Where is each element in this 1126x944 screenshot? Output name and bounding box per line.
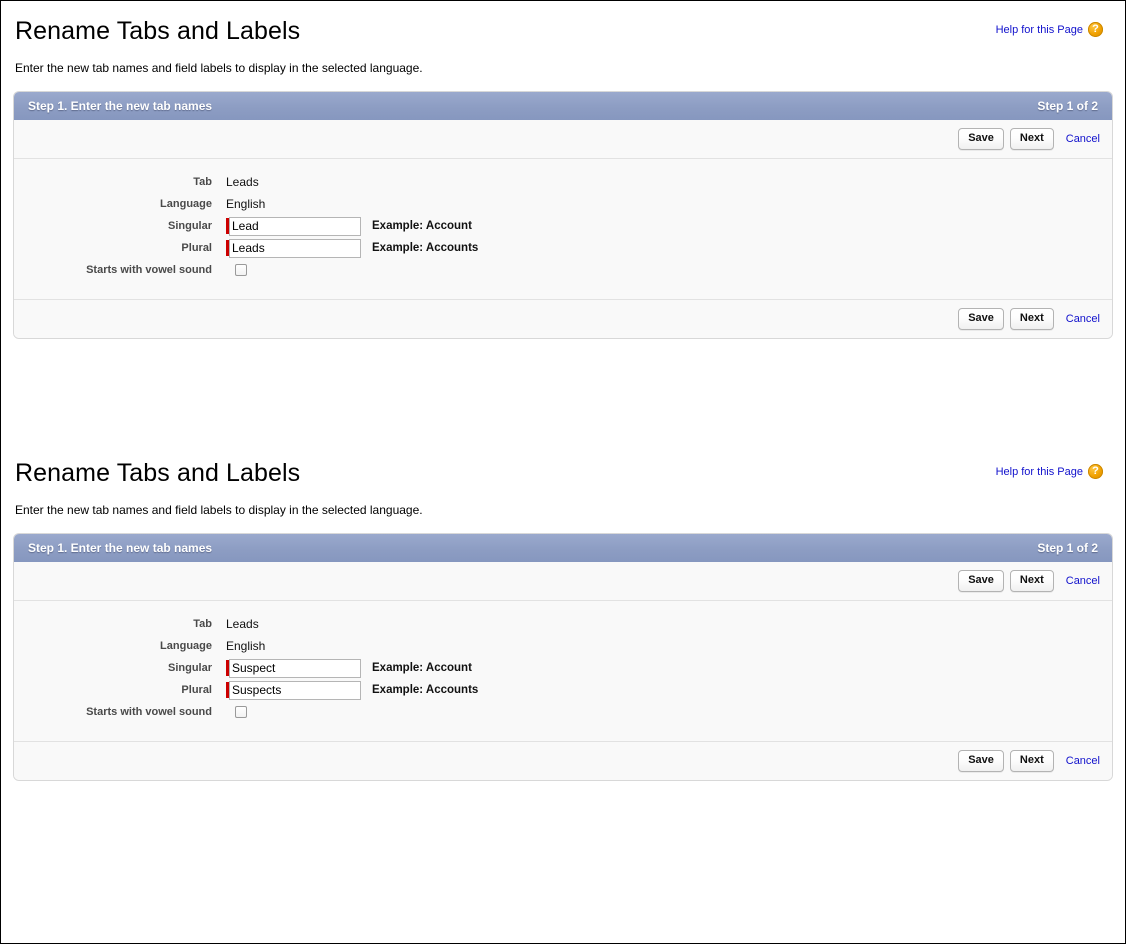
label-singular-1: Singular [167,220,212,232]
singular-input-2[interactable] [229,658,361,678]
value-singular-2: Example: Account [226,658,472,678]
bottom-button-bar-1: Save Next Cancel [14,299,1112,338]
value-vowel-2 [226,706,247,718]
help-for-this-page-1[interactable]: Help for this Page ? [996,22,1103,37]
step-title: Step 1. Enter the new tab names [28,99,213,113]
panel-header-1: Step 1. Enter the new tab names Step 1 o… [14,92,1112,120]
question-mark-icon[interactable]: ? [1088,22,1103,37]
cancel-link-bottom-2[interactable]: Cancel [1066,755,1100,767]
panel-header-2: Step 1. Enter the new tab names Step 1 o… [14,534,1112,562]
save-button-top-1[interactable]: Save [958,128,1004,150]
help-for-this-page-2[interactable]: Help for this Page ? [996,464,1103,479]
save-button-bottom-2[interactable]: Save [958,750,1004,772]
page-description-2: Enter the new tab names and field labels… [15,503,423,517]
value-language-2: English [226,639,266,653]
save-button-top-2[interactable]: Save [958,570,1004,592]
step-title-2: Step 1. Enter the new tab names [28,541,213,555]
bottom-button-bar-2: Save Next Cancel [14,741,1112,780]
row-vowel-1: Starts with vowel sound [14,260,1112,280]
page-screen: Rename Tabs and Labels Help for this Pag… [0,0,1126,944]
page-header-1: Rename Tabs and Labels Help for this Pag… [13,1,1113,75]
next-button-top-2[interactable]: Next [1009,570,1054,592]
value-tab-1: Leads [226,175,259,189]
page-title: Rename Tabs and Labels [15,17,301,45]
cancel-link-bottom-1[interactable]: Cancel [1066,313,1100,325]
label-plural-1: Plural [181,242,212,254]
row-singular-2: Singular Example: Account [14,658,1112,678]
row-plural-1: Plural Example: Accounts [14,238,1112,258]
example-plural-2: Example: Accounts [372,684,479,696]
row-singular-1: Singular Example: Account [14,216,1112,236]
cancel-link-top-2[interactable]: Cancel [1066,575,1100,587]
value-plural-1: Example: Accounts [226,238,479,258]
row-language-1: Language English [14,194,1112,214]
cancel-link-top-1[interactable]: Cancel [1066,133,1100,145]
next-button-top-1[interactable]: Next [1009,128,1054,150]
next-button-bottom-1[interactable]: Next [1009,308,1054,330]
value-vowel-1 [226,264,247,276]
value-plural-2: Example: Accounts [226,680,479,700]
row-tab-1: Tab Leads [14,172,1112,192]
top-button-bar-2: Save Next Cancel [14,562,1112,601]
label-vowel-2: Starts with vowel sound [86,706,212,718]
plural-input-1[interactable] [229,238,361,258]
value-tab-2: Leads [226,617,259,631]
rename-section-1: Rename Tabs and Labels Help for this Pag… [1,1,1125,339]
form-body-2: Tab Leads Language English Singular Exam… [14,601,1112,741]
page-title-2: Rename Tabs and Labels [15,459,301,487]
help-link-label-2[interactable]: Help for this Page [996,466,1083,478]
singular-input-1[interactable] [229,216,361,236]
row-language-2: Language English [14,636,1112,656]
vowel-sound-checkbox-2[interactable] [235,706,247,718]
example-singular-1: Example: Account [372,220,472,232]
step-counter: Step 1 of 2 [1037,99,1098,113]
label-tab-2: Tab [193,618,212,630]
plural-input-2[interactable] [229,680,361,700]
example-singular-2: Example: Account [372,662,472,674]
label-vowel-1: Starts with vowel sound [86,264,212,276]
step-panel-1: Step 1. Enter the new tab names Step 1 o… [13,91,1113,339]
page-header-2: Rename Tabs and Labels Help for this Pag… [13,443,1113,517]
help-link-label[interactable]: Help for this Page [996,24,1083,36]
example-plural-1: Example: Accounts [372,242,479,254]
label-tab-1: Tab [193,176,212,188]
question-mark-icon-2[interactable]: ? [1088,464,1103,479]
label-language-1: Language [160,198,212,210]
page-description: Enter the new tab names and field labels… [15,61,423,75]
label-plural-2: Plural [181,684,212,696]
row-vowel-2: Starts with vowel sound [14,702,1112,722]
row-plural-2: Plural Example: Accounts [14,680,1112,700]
form-body-1: Tab Leads Language English Singular Exam… [14,159,1112,299]
step-counter-2: Step 1 of 2 [1037,541,1098,555]
save-button-bottom-1[interactable]: Save [958,308,1004,330]
rename-section-2: Rename Tabs and Labels Help for this Pag… [1,443,1125,781]
next-button-bottom-2[interactable]: Next [1009,750,1054,772]
top-button-bar-1: Save Next Cancel [14,120,1112,159]
vowel-sound-checkbox-1[interactable] [235,264,247,276]
row-tab-2: Tab Leads [14,614,1112,634]
step-panel-2: Step 1. Enter the new tab names Step 1 o… [13,533,1113,781]
label-language-2: Language [160,640,212,652]
value-singular-1: Example: Account [226,216,472,236]
label-singular-2: Singular [167,662,212,674]
value-language-1: English [226,197,266,211]
